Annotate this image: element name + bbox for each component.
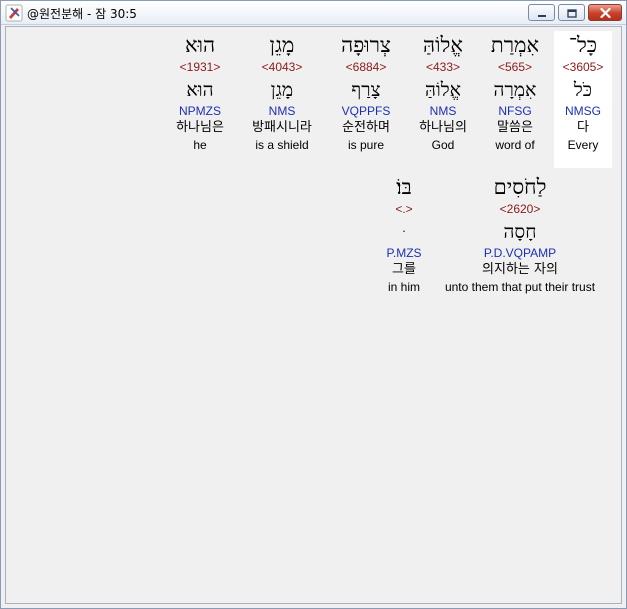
- korean-gloss: 그를: [392, 262, 416, 277]
- hebrew-lemma: חָסָה: [503, 221, 537, 243]
- close-button[interactable]: [588, 4, 622, 21]
- hebrew-lemma: ּ: [378, 219, 430, 245]
- morphology-code: P.MZS: [386, 246, 422, 260]
- minimize-button[interactable]: [528, 4, 555, 21]
- korean-gloss: 하나님은: [176, 120, 224, 135]
- maximize-icon: [566, 3, 577, 22]
- korean-gloss: 하나님의: [419, 120, 467, 135]
- morphology-code: NMS: [429, 104, 457, 118]
- strong-number[interactable]: <4043>: [242, 59, 322, 77]
- morphology-code: NFSG: [498, 104, 532, 118]
- word-column[interactable]: הוּא <1931> הוּא NPMZS 하나님은 he: [166, 31, 234, 168]
- english-gloss: in him: [387, 280, 420, 294]
- hebrew-word: מָגֵן: [269, 33, 295, 57]
- hebrew-lemma: אֱלוֹהַּ: [424, 79, 462, 101]
- hebrew-word: אֱלוֹהַּ: [423, 33, 463, 57]
- morphology-code: VQPPFS: [341, 104, 391, 118]
- strong-number[interactable]: <3605>: [554, 59, 612, 77]
- word-column[interactable]: מָגֵן <4043> מָגֵן NMS 방패시니라 is a shield: [242, 31, 322, 168]
- title-bar[interactable]: @원전분해 - 잠 30:5: [1, 1, 626, 25]
- english-gloss: word of: [495, 138, 535, 152]
- morphology-code: NMS: [268, 104, 296, 118]
- strong-number[interactable]: <565>: [484, 59, 546, 77]
- hebrew-word: צְרוּפָה: [341, 33, 391, 57]
- strong-number[interactable]: <433>: [409, 59, 477, 77]
- hebrew-lemma: כֹּל: [573, 79, 593, 101]
- word-column[interactable]: אִמְרַת <565> אִמְרָה NFSG 말씀은 word of: [484, 31, 546, 168]
- strong-number[interactable]: <.>: [378, 201, 430, 219]
- interlinear-panel[interactable]: כָּל־ <3605> כֹּל NMSG 다 Every אִמְרַת <…: [5, 26, 622, 604]
- morphology-code: NPMZS: [179, 104, 221, 118]
- korean-gloss: 말씀은: [497, 120, 533, 135]
- app-icon: [5, 4, 23, 22]
- korean-gloss: 의지하는 자의: [482, 262, 558, 277]
- strong-number[interactable]: <2620>: [434, 201, 606, 219]
- english-gloss: Every: [567, 138, 599, 152]
- morphology-code: P.D.VQPAMP: [483, 246, 557, 260]
- maximize-button[interactable]: [558, 4, 585, 21]
- word-column[interactable]: אֱלוֹהַּ <433> אֱלוֹהַּ NMS 하나님의 God: [409, 31, 477, 168]
- strong-number[interactable]: <1931>: [166, 59, 234, 77]
- hebrew-lemma: אִמְרָה: [493, 79, 537, 101]
- hebrew-word: הוּא: [184, 33, 216, 57]
- english-gloss: he: [193, 138, 207, 152]
- word-column[interactable]: כָּל־ <3605> כֹּל NMSG 다 Every: [554, 31, 612, 168]
- strong-number[interactable]: <6884>: [330, 59, 402, 77]
- english-gloss: is a shield: [255, 138, 309, 152]
- korean-gloss: 순전하며: [342, 120, 390, 135]
- hebrew-word: לַחֹסִים: [493, 175, 547, 199]
- korean-gloss: 방패시니라: [252, 120, 312, 135]
- english-gloss: God: [431, 138, 455, 152]
- window-title: @원전분해 - 잠 30:5: [27, 7, 137, 21]
- hebrew-word: כָּל־: [568, 33, 598, 57]
- minimize-icon: [537, 3, 547, 22]
- hebrew-word: אִמְרַת: [490, 33, 540, 57]
- english-gloss: is pure: [347, 138, 385, 152]
- hebrew-lemma: הוּא: [186, 79, 214, 101]
- english-gloss: unto them that put their trust: [444, 280, 596, 294]
- hebrew-lemma: צָרַף: [351, 79, 381, 101]
- korean-gloss: 다: [577, 120, 589, 135]
- word-column[interactable]: צְרוּפָה <6884> צָרַף VQPPFS 순전하며 is pur…: [330, 31, 402, 168]
- word-column[interactable]: לַחֹסִים <2620> חָסָה P.D.VQPAMP 의지하는 자의…: [434, 173, 606, 310]
- app-window: @원전분해 - 잠 30:5 כָּל־ <3605> כֹּל NMSG 다 …: [0, 0, 627, 609]
- hebrew-lemma: מָגֵן: [270, 79, 294, 101]
- close-icon: [599, 3, 611, 22]
- interlinear-canvas: כָּל־ <3605> כֹּל NMSG 다 Every אִמְרַת <…: [6, 27, 621, 603]
- morphology-code: NMSG: [565, 104, 601, 118]
- word-column[interactable]: בּוֹ׃ <.> ּ P.MZS 그를 in him: [378, 173, 430, 310]
- hebrew-word: בּוֹ׃: [396, 175, 412, 199]
